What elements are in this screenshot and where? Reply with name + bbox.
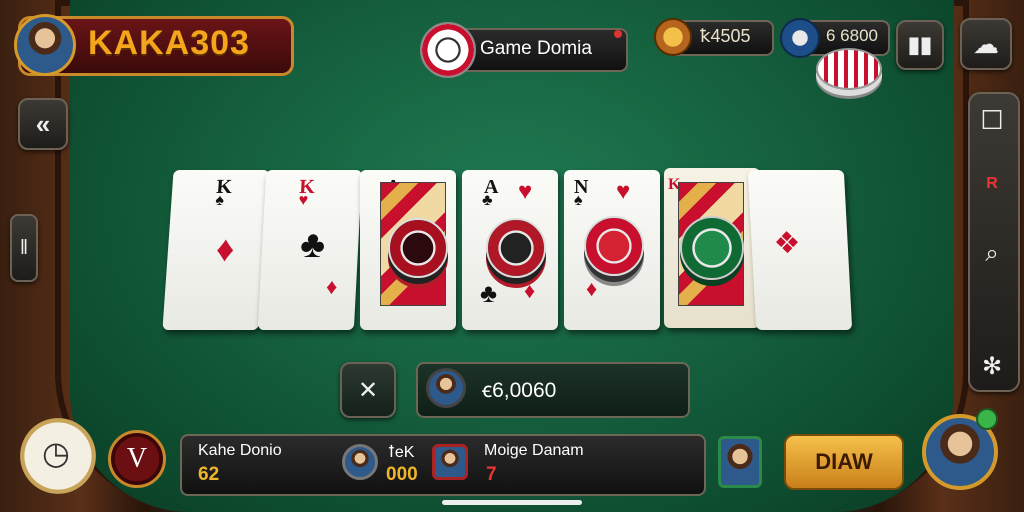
scoreboard-p1-score: 62 bbox=[198, 464, 220, 485]
card-2[interactable]: K ♥ ♣ ♦ bbox=[257, 170, 363, 330]
coin-icon bbox=[654, 18, 692, 56]
diamond-icon: ♦ bbox=[325, 274, 338, 299]
chips-value: 6 6800 bbox=[826, 26, 878, 45]
badge-icon: R bbox=[986, 175, 998, 192]
club-icon: ♣ bbox=[299, 224, 327, 266]
back-button[interactable]: « bbox=[18, 98, 68, 150]
scoreboard-p2-name: ꝉeK bbox=[388, 444, 415, 461]
bars-icon: ▮▮ bbox=[907, 32, 933, 57]
scoreboard-p3-avatar bbox=[432, 444, 468, 480]
player-name: KAKA303 bbox=[88, 24, 250, 62]
spade-icon: ♠ bbox=[214, 192, 225, 209]
badge-button[interactable]: R bbox=[976, 168, 1008, 200]
home-indicator bbox=[442, 500, 582, 505]
pot-amount: ꞓ6,0060 bbox=[482, 379, 557, 402]
card-1[interactable]: K ♠ ♦ bbox=[162, 170, 270, 330]
wallet-icon bbox=[780, 18, 820, 58]
chip-stack-icon bbox=[816, 48, 882, 90]
scoreboard-p2-score: 000 bbox=[386, 464, 418, 485]
roulette-chip-icon bbox=[420, 22, 476, 78]
clock-icon: ◷ bbox=[42, 435, 70, 471]
leaderboard-button[interactable]: ▮▮ bbox=[896, 20, 944, 70]
fold-button[interactable]: ✕ bbox=[340, 362, 396, 418]
player-avatar[interactable] bbox=[14, 14, 76, 76]
opponent-avatar[interactable] bbox=[718, 436, 762, 488]
pause-icon: ‖ bbox=[19, 236, 29, 259]
online-indicator bbox=[976, 408, 998, 430]
side-menu-handle[interactable]: ‖ bbox=[10, 214, 38, 282]
club-icon: ♣ bbox=[482, 192, 493, 209]
poker-chip-black bbox=[388, 218, 448, 278]
search-button[interactable]: ⌕ bbox=[976, 238, 1008, 270]
settings-button[interactable]: ✻ bbox=[976, 350, 1008, 382]
cross-cards-icon: ✕ bbox=[357, 376, 379, 404]
heart-icon: ♥ bbox=[518, 178, 533, 205]
scoreboard-p2-avatar bbox=[342, 444, 378, 480]
club-icon: ♣ bbox=[480, 278, 498, 308]
diamond-icon: ♦ bbox=[586, 276, 598, 301]
diamond-icon: ♦ bbox=[214, 228, 236, 269]
square-icon: ☐ bbox=[980, 104, 1004, 135]
draw-button[interactable]: DIAW bbox=[784, 434, 904, 490]
timer-button[interactable]: ◷ bbox=[20, 418, 96, 494]
emoji-button[interactable]: V bbox=[108, 430, 166, 488]
heart-icon: ♥ bbox=[298, 192, 309, 209]
card-7[interactable]: ❖ bbox=[747, 170, 853, 330]
scoreboard-p1-name: Kahe Donio bbox=[198, 442, 282, 459]
badge-icon: V bbox=[126, 443, 148, 474]
chat-bubble-icon: ☁ bbox=[973, 28, 999, 59]
search-icon: ⌕ bbox=[985, 240, 999, 267]
poker-chip-green bbox=[680, 216, 744, 280]
diamond-icon: ♦ bbox=[524, 278, 536, 303]
scoreboard-p3-score: 7 bbox=[486, 464, 497, 485]
poker-chip-red bbox=[584, 216, 644, 276]
chat-button[interactable]: ☁ bbox=[960, 18, 1012, 70]
ornament-icon: ❖ bbox=[772, 227, 802, 260]
status-dot bbox=[614, 30, 622, 38]
spade-icon: ♠ bbox=[574, 192, 583, 209]
draw-button-label: DIAW bbox=[815, 449, 873, 474]
poker-chip-black bbox=[486, 218, 546, 278]
fullscreen-button[interactable]: ☐ bbox=[976, 104, 1008, 136]
pot-player-avatar bbox=[426, 368, 466, 408]
coins-value: ꝁ4505 bbox=[700, 26, 751, 46]
scoreboard-p3-name: Moige Danam bbox=[484, 442, 584, 459]
heart-icon: ♥ bbox=[616, 178, 631, 205]
gear-icon: ✻ bbox=[981, 352, 1003, 380]
back-arrow-icon: « bbox=[35, 108, 51, 139]
game-title: Game Domia bbox=[480, 38, 592, 59]
